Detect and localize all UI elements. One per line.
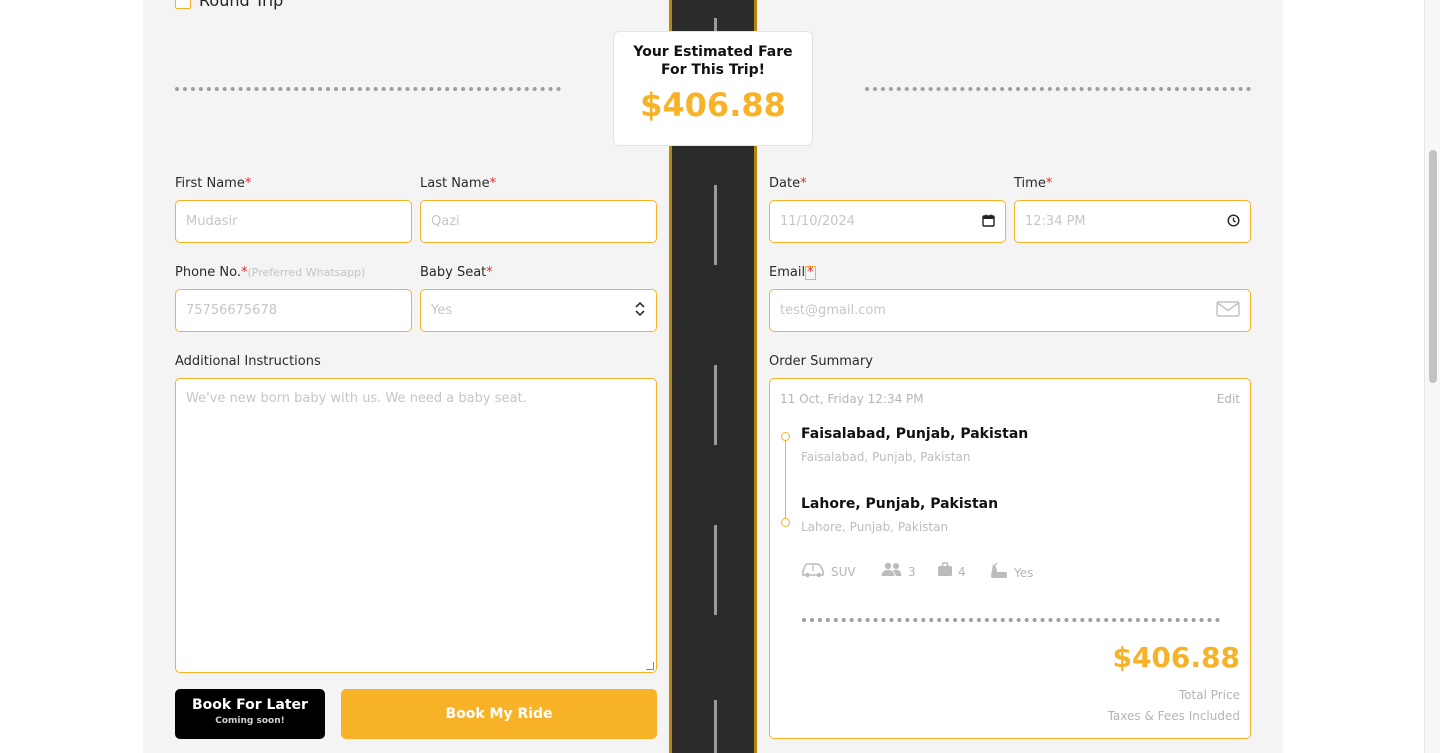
dropoff-dot: [781, 518, 790, 527]
estimated-fare-card: Your Estimated Fare For This Trip! $406.…: [613, 31, 813, 146]
email-field[interactable]: test@gmail.com: [769, 289, 1251, 332]
first-name-field[interactable]: Mudasir: [175, 200, 412, 243]
pickup-dot: [781, 432, 790, 441]
select-arrows-icon: [634, 300, 646, 321]
instructions-textarea[interactable]: We've new born baby with us. We need a b…: [175, 378, 657, 673]
instructions-label: Additional Instructions: [175, 354, 321, 369]
summary-divider: [802, 618, 1220, 622]
last-name-label: Last Name*: [420, 176, 497, 191]
passengers-icon: [880, 562, 903, 581]
summary-total: $406.88: [1112, 641, 1240, 674]
baby-seat-info: Yes: [989, 562, 1033, 584]
dropoff-title: Lahore, Punjab, Pakistan: [801, 496, 999, 512]
baby-seat-select[interactable]: Yes: [420, 289, 657, 332]
baby-seat-label: Baby Seat*: [420, 265, 493, 280]
phone-field[interactable]: 75756675678: [175, 289, 412, 332]
email-label: Email *: [769, 265, 816, 280]
divider-right: [865, 87, 1251, 91]
car-icon: [801, 562, 826, 582]
fare-amount: $406.88: [640, 86, 786, 124]
order-summary-card: 11 Oct, Friday 12:34 PM Edit Faisalabad,…: [769, 378, 1251, 739]
divider-left: [175, 87, 561, 91]
page-scrollbar[interactable]: [1424, 0, 1440, 753]
dropoff-subtitle: Lahore, Punjab, Pakistan: [801, 520, 949, 534]
clock-icon[interactable]: [1227, 213, 1240, 230]
baby-seat-icon: [989, 562, 1009, 584]
taxes-note: Taxes & Fees Included: [1107, 709, 1240, 723]
summary-edit-link[interactable]: Edit: [1217, 392, 1240, 406]
phone-label: Phone No.*(Preferred Whatsapp): [175, 265, 366, 280]
resize-handle[interactable]: [646, 662, 654, 670]
time-field[interactable]: 12:34 PM: [1014, 200, 1251, 243]
date-label: Date*: [769, 176, 807, 191]
passengers-info: 3: [880, 562, 916, 581]
last-name-field[interactable]: Qazi: [420, 200, 657, 243]
calendar-icon[interactable]: [982, 214, 995, 230]
round-trip-checkbox[interactable]: [175, 0, 191, 9]
order-summary-label: Order Summary: [769, 354, 873, 369]
scrollbar-thumb[interactable]: [1429, 150, 1437, 383]
date-field[interactable]: 11/10/2024: [769, 200, 1006, 243]
book-ride-button[interactable]: Book My Ride: [341, 689, 657, 739]
first-name-label: First Name*: [175, 176, 252, 191]
summary-datetime: 11 Oct, Friday 12:34 PM: [780, 392, 924, 406]
pickup-subtitle: Faisalabad, Punjab, Pakistan: [801, 450, 971, 464]
route-timeline: [785, 441, 786, 521]
vehicle-info: SUV: [801, 562, 856, 582]
total-price-label: Total Price: [1178, 688, 1240, 702]
pickup-title: Faisalabad, Punjab, Pakistan: [801, 426, 1029, 442]
time-label: Time*: [1014, 176, 1053, 191]
book-later-button[interactable]: Book For Later Coming soon!: [175, 689, 325, 739]
fare-title: Your Estimated Fare For This Trip!: [633, 44, 793, 78]
envelope-icon: [1216, 301, 1240, 320]
luggage-info: 4: [937, 562, 966, 581]
round-trip-label: Round Trip: [199, 0, 284, 10]
round-trip-option[interactable]: Round Trip: [175, 0, 283, 10]
luggage-icon: [937, 562, 953, 581]
